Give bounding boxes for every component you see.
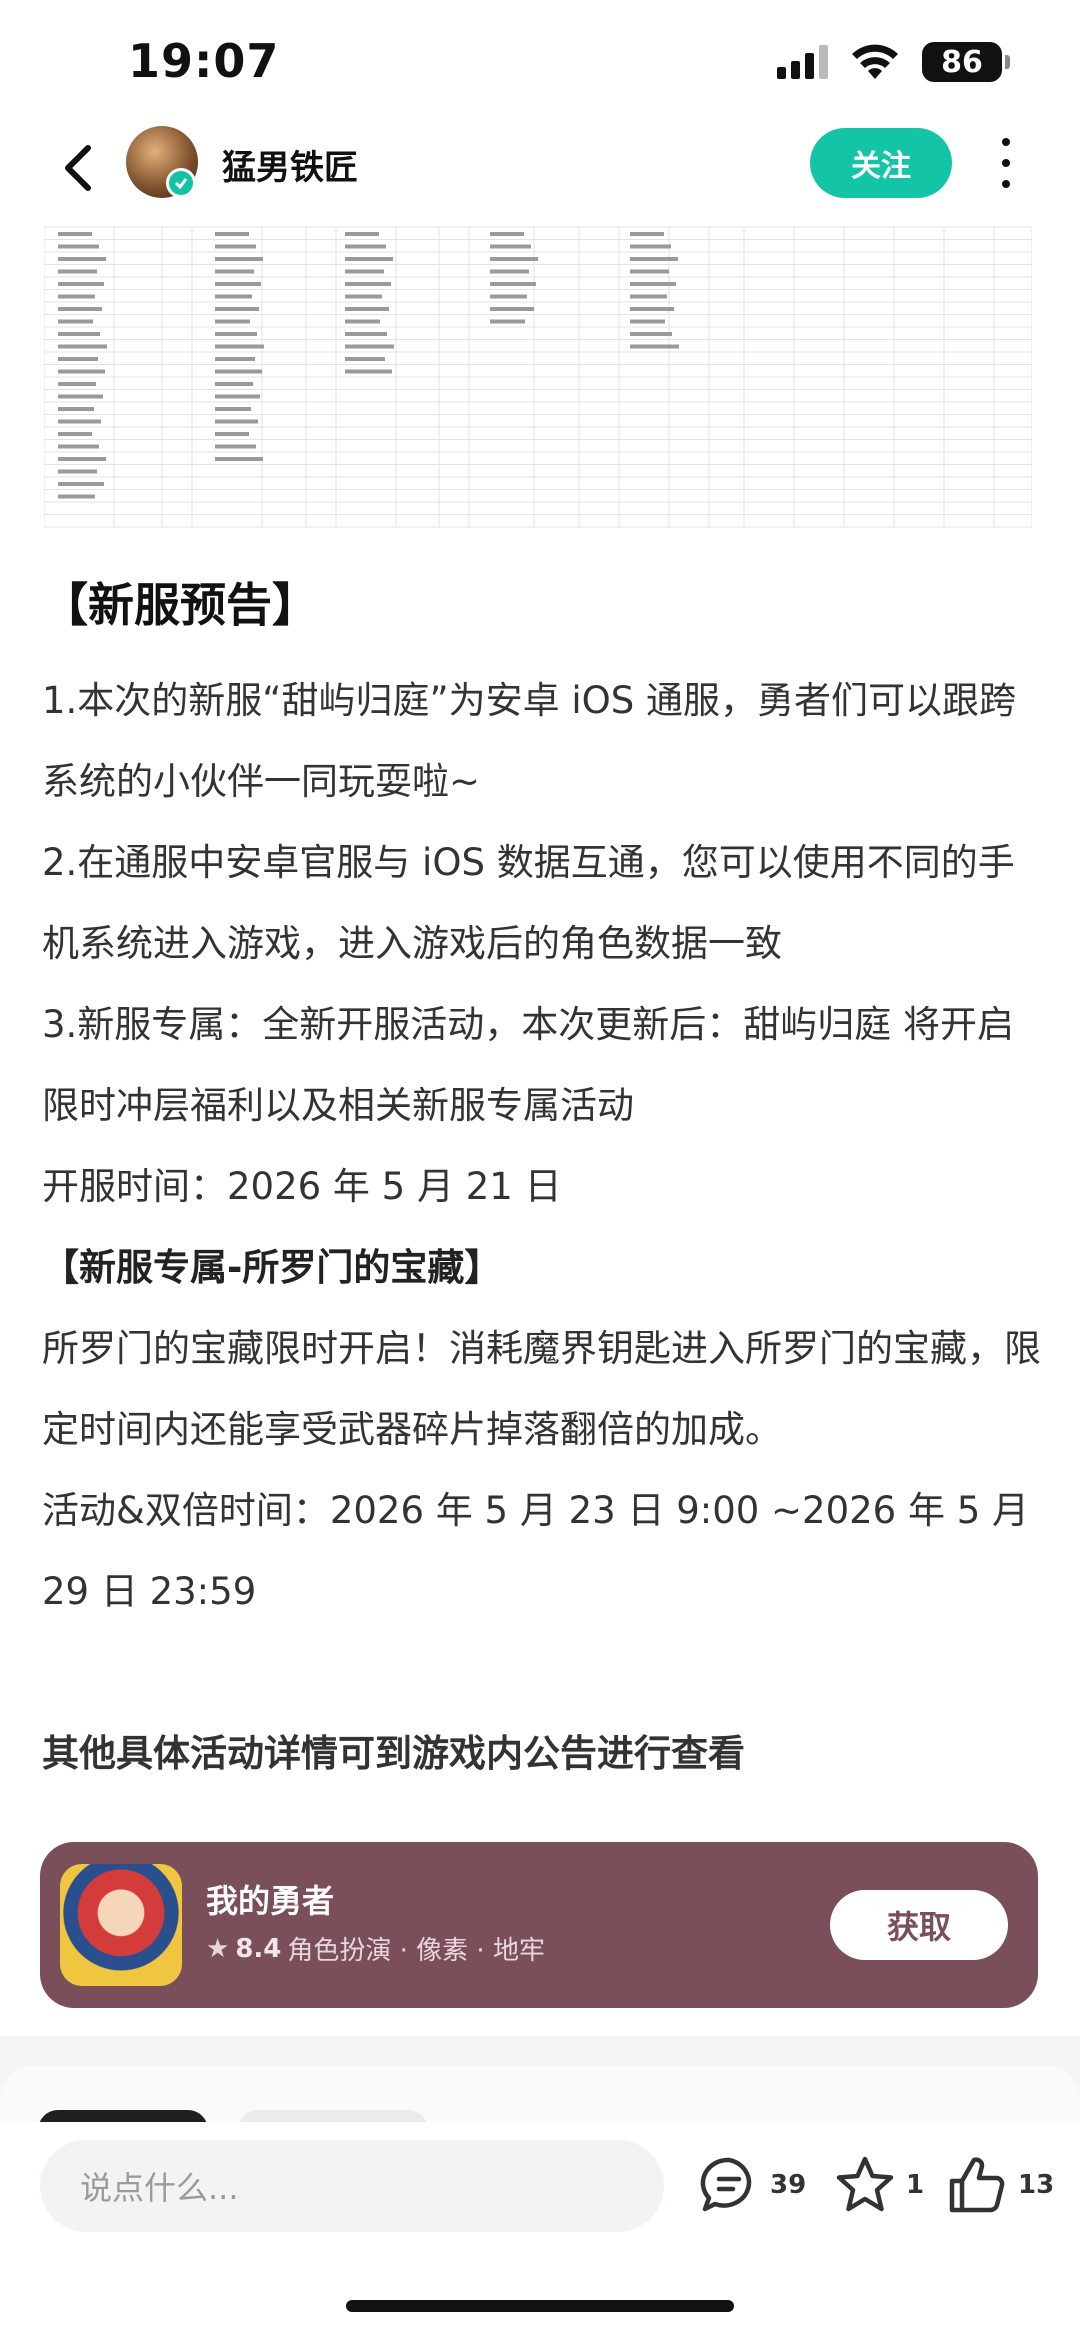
comment-input[interactable]: 说点什么... — [40, 2140, 664, 2232]
favorite-button[interactable]: 1 — [834, 2150, 924, 2220]
open-time: 开服时间：2026 年 5 月 21 日 — [42, 1165, 562, 1208]
get-button[interactable]: 获取 — [830, 1890, 1008, 1960]
game-name: 我的勇者 — [206, 1882, 335, 1920]
section-title-new-server: 【新服预告】 — [42, 578, 318, 632]
comment-count: 39 — [770, 2170, 807, 2200]
signal-icon — [777, 45, 828, 79]
favorite-count: 1 — [906, 2170, 925, 2200]
like-button[interactable]: 13 — [946, 2150, 1054, 2220]
rating-star-icon: ★ — [206, 1933, 230, 1964]
comment-button[interactable]: 39 — [698, 2150, 806, 2220]
back-button[interactable] — [50, 138, 110, 198]
wifi-icon — [852, 44, 898, 79]
paragraph-1: 1.本次的新服“甜屿归庭”为安卓 iOS 通服，勇者们可以跟跨系统的小伙伴一同玩… — [42, 679, 1017, 803]
author-name[interactable]: 猛男铁匠 — [222, 140, 358, 189]
battery-icon: 86 — [922, 42, 1010, 82]
article-body: 【新服预告】 1.本次的新服“甜屿归庭”为安卓 iOS 通服，勇者们可以跟跨系统… — [42, 568, 1042, 1794]
game-icon — [60, 1864, 182, 1986]
paragraph-3: 3.新服专属：全新开服活动，本次更新后：甜屿归庭 将开启限时冲层福利以及相关新服… — [42, 1003, 1015, 1127]
event-time: 活动&双倍时间：2026 年 5 月 23 日 9:00 ~2026 年 5 月… — [42, 1489, 1030, 1613]
verified-icon — [166, 168, 196, 198]
comment-icon — [700, 2157, 752, 2212]
like-count: 13 — [1018, 2170, 1055, 2200]
paragraph-2: 2.在通服中安卓官服与 iOS 数据互通，您可以使用不同的手机系统进入游戏，进入… — [42, 841, 1015, 965]
back-icon — [65, 145, 91, 191]
thumb-up-icon — [949, 2157, 1005, 2213]
paragraph-4: 所罗门的宝藏限时开启！消耗魔界钥匙进入所罗门的宝藏，限定时间内还能享受武器碎片掉… — [42, 1327, 1041, 1451]
server-table-image — [44, 224, 1032, 538]
follow-button[interactable]: 关注 — [810, 128, 952, 198]
more-icon[interactable] — [996, 138, 1016, 188]
game-card[interactable]: 我的勇者 ★ 8.4 角色扮演 · 像素 · 地牢 获取 — [40, 1842, 1038, 2008]
closing-note: 其他具体活动详情可到游戏内公告进行查看 — [42, 1732, 745, 1775]
post-header: 猛男铁匠 关注 — [0, 118, 1080, 218]
status-bar: 19:07 86 — [0, 0, 1080, 120]
status-icons: 86 — [777, 40, 1010, 84]
battery-level: 86 — [941, 44, 983, 80]
game-rating: 8.4 — [235, 1933, 282, 1964]
game-meta: ★ 8.4 角色扮演 · 像素 · 地牢 — [206, 1930, 545, 1967]
star-icon — [836, 2156, 894, 2212]
section-title-solomon: 【新服专属-所罗门的宝藏】 — [42, 1246, 502, 1289]
status-time: 19:07 — [128, 34, 280, 88]
game-tags: 角色扮演 · 像素 · 地牢 — [287, 1936, 545, 1966]
home-indicator — [346, 2300, 734, 2312]
